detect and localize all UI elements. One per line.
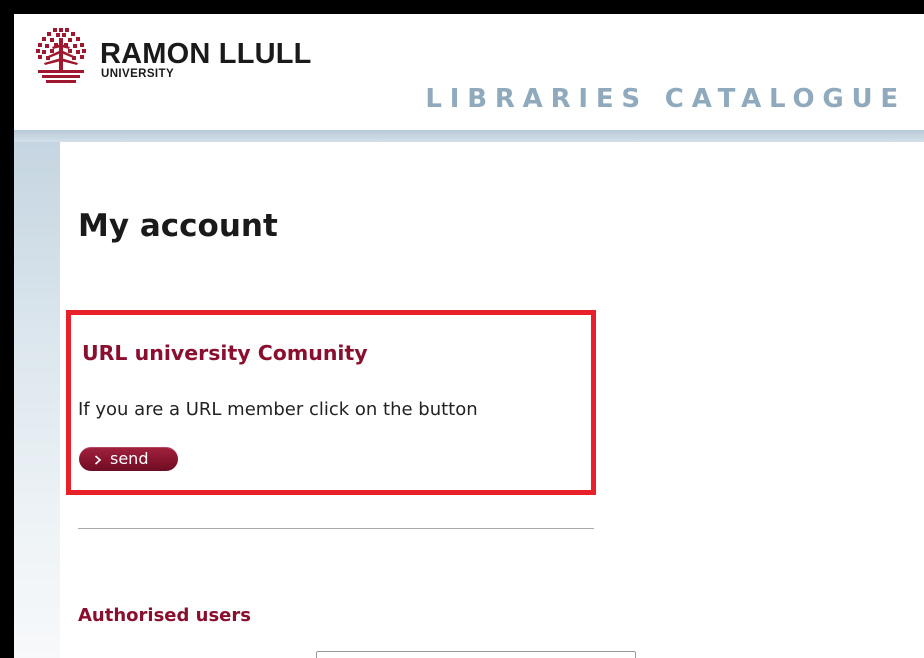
university-logo[interactable]: RAMON LLULL UNIVERSITY bbox=[26, 26, 312, 88]
page-title: My account bbox=[78, 208, 278, 244]
community-instruction: If you are a URL member click on the but… bbox=[78, 399, 478, 420]
send-button[interactable]: send bbox=[79, 447, 178, 471]
site-header: RAMON LLULL UNIVERSITY LIBRARIES CATALOG… bbox=[14, 14, 924, 130]
community-title: URL university Comunity bbox=[82, 341, 368, 365]
catalogue-title: LIBRARIES CATALOGUE bbox=[425, 84, 906, 114]
header-band bbox=[14, 130, 924, 142]
chevron-right-icon bbox=[94, 455, 102, 465]
section-divider bbox=[78, 528, 594, 529]
authorised-users-title: Authorised users bbox=[78, 605, 251, 626]
logo-text: RAMON LLULL UNIVERSITY bbox=[100, 38, 312, 81]
logo-name: RAMON LLULL bbox=[100, 38, 312, 70]
send-button-label: send bbox=[110, 449, 149, 468]
browser-viewport: RAMON LLULL UNIVERSITY LIBRARIES CATALOG… bbox=[14, 14, 924, 658]
authorised-user-input[interactable] bbox=[316, 651, 636, 658]
tree-logo-icon bbox=[36, 28, 86, 83]
side-gradient bbox=[14, 142, 60, 658]
